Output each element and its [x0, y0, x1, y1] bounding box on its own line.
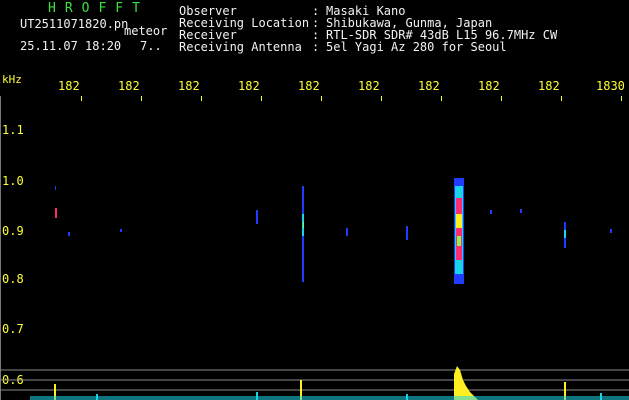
spectrogram-plot [0, 178, 629, 400]
meteor-echo-main [454, 178, 464, 284]
meteor-echo-traces [55, 186, 612, 282]
signal-level-bars [30, 366, 629, 400]
